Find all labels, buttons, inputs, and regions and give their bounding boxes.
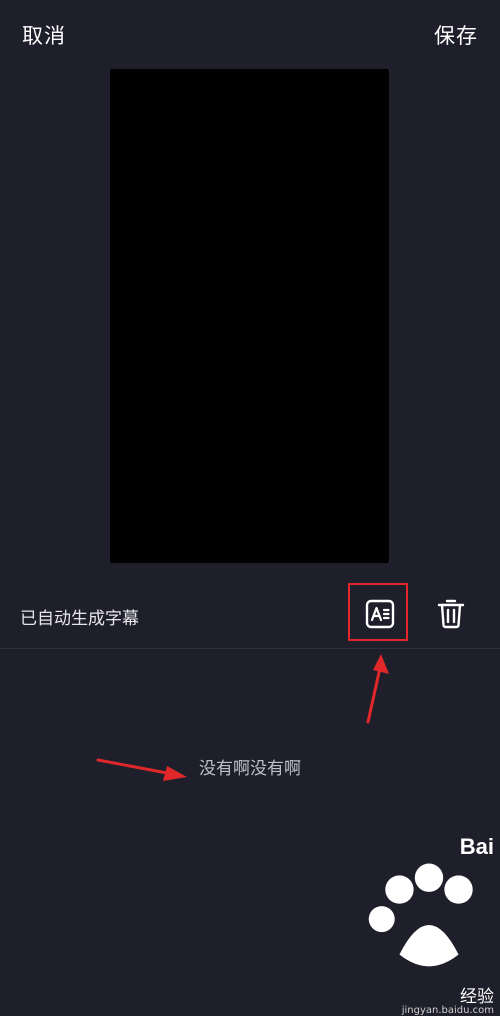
top-bar: 取消 保存 — [0, 0, 500, 70]
watermark-brand: Bai — [459, 834, 494, 859]
subtitle-line[interactable]: 没有啊没有啊 — [0, 754, 500, 779]
caption-status-text: 已自动生成字幕 — [20, 609, 139, 629]
cancel-button[interactable]: 取消 — [22, 20, 66, 50]
watermark-brand-suffix: 经验 — [460, 987, 494, 1008]
paw-icon — [368, 863, 473, 967]
annotation-arrow-right — [96, 758, 187, 781]
caption-toolbar: 已自动生成字幕 — [0, 580, 500, 650]
subtitle-text: 没有啊没有啊 — [199, 759, 301, 779]
text-style-icon — [365, 599, 395, 629]
caption-style-button[interactable] — [364, 598, 396, 630]
save-button[interactable]: 保存 — [434, 20, 478, 50]
divider — [0, 648, 500, 649]
annotation-arrow-up — [366, 654, 389, 724]
watermark-url: jingyan.baidu.com — [401, 1005, 494, 1016]
trash-icon — [437, 599, 465, 629]
video-preview[interactable] — [110, 69, 389, 563]
watermark: Bai 经验 jingyan.baidu.com — [364, 834, 494, 1016]
delete-button[interactable] — [435, 596, 467, 630]
